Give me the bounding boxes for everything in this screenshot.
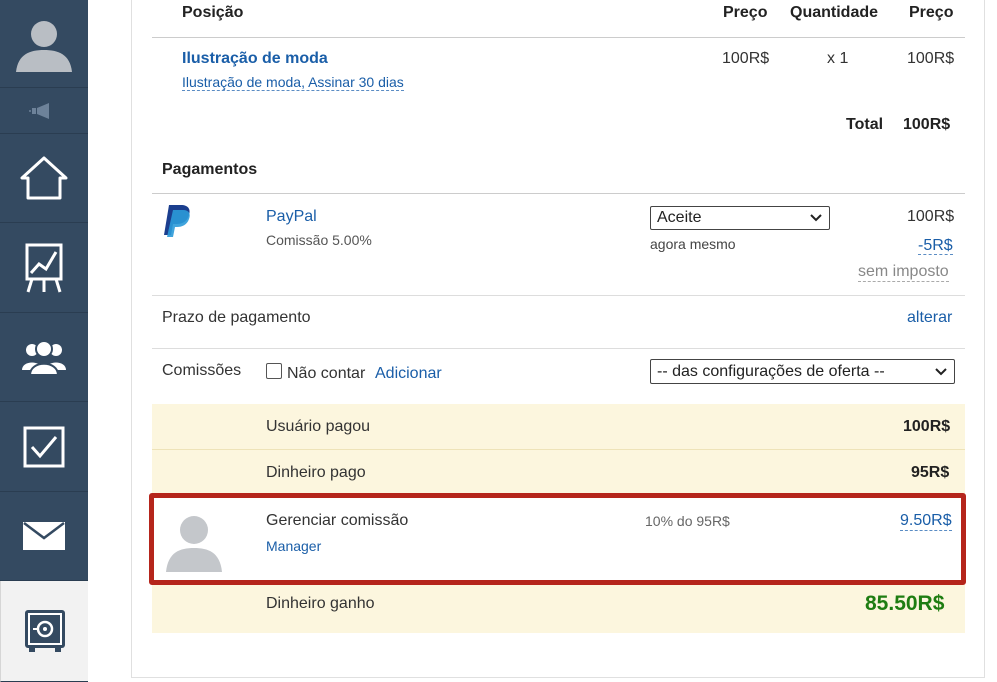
payment-status-time: agora mesmo [650, 236, 736, 252]
payment-method-link[interactable]: PayPal [266, 208, 317, 226]
payment-status-value: Aceite [657, 209, 702, 226]
commission-title: Gerenciar comissão [266, 512, 409, 529]
sidebar [0, 0, 88, 682]
payment-fee-link[interactable]: -5R$ [918, 237, 953, 255]
order-item-subtitle-link[interactable]: Ilustração de moda, Assinar 30 dias [182, 74, 404, 91]
column-header-price: Preço [723, 4, 768, 21]
tax-note-link[interactable]: sem imposto [858, 263, 949, 282]
payment-commission: Comissão 5.00% [266, 232, 372, 248]
payments-title: Pagamentos [162, 161, 258, 178]
sidebar-item-finance[interactable] [0, 581, 88, 682]
divider [152, 37, 965, 38]
sidebar-item-reports[interactable] [0, 223, 88, 313]
commissions-label: Comissões [162, 362, 242, 379]
order-item-quantity: x 1 [827, 50, 849, 67]
user-paid-value: 100R$ [903, 418, 951, 435]
money-paid-value: 95R$ [911, 464, 950, 481]
commission-highlight-box: Gerenciar comissão Manager 10% do 95R$ 9… [149, 493, 966, 585]
safe-icon [24, 610, 65, 652]
commission-config-value: -- das configurações de oferta -- [657, 362, 885, 380]
home-icon [20, 156, 68, 200]
order-item-row: Ilustração de moda [182, 50, 328, 68]
chevron-down-icon [810, 214, 822, 222]
mail-icon [23, 522, 65, 550]
earned-label: Dinheiro ganho [266, 595, 375, 612]
commission-calculation: 10% do 95R$ [645, 513, 730, 529]
user-paid-label: Usuário pagou [266, 418, 371, 435]
sidebar-item-announcements[interactable] [0, 88, 88, 134]
sidebar-item-home[interactable] [0, 134, 88, 223]
order-item-price: 100R$ [722, 50, 770, 67]
commission-manager-link[interactable]: Manager [266, 538, 321, 554]
add-commission-link[interactable]: Adicionar [375, 365, 442, 383]
payment-term-change-link[interactable]: alterar [907, 309, 952, 327]
paypal-logo-icon [164, 205, 190, 237]
order-item-name-link[interactable]: Ilustração de moda [182, 50, 328, 67]
users-group-icon [22, 340, 66, 376]
column-header-quantity: Quantidade [790, 4, 879, 21]
earned-value: 85.50R$ [865, 592, 945, 615]
money-paid-label: Dinheiro pago [266, 464, 366, 481]
checkbox-icon [23, 426, 65, 467]
column-header-price-total: Preço [909, 4, 954, 21]
column-header-position: Posição [182, 4, 244, 21]
megaphone-icon [29, 102, 49, 119]
user-avatar-icon [16, 20, 72, 72]
chevron-down-icon [935, 367, 947, 375]
order-item-total: 100R$ [907, 50, 955, 67]
order-total-value: 100R$ [903, 116, 951, 133]
dont-count-label: Não contar [287, 365, 366, 382]
sidebar-item-tasks[interactable] [0, 402, 88, 492]
dont-count-checkbox[interactable] [266, 363, 282, 379]
divider [152, 295, 965, 296]
sidebar-item-users[interactable] [0, 313, 88, 402]
payment-amount: 100R$ [907, 208, 955, 225]
order-total-label: Total [846, 116, 884, 133]
commission-value-link[interactable]: 9.50R$ [900, 512, 952, 531]
divider [152, 348, 965, 349]
commission-config-select[interactable]: -- das configurações de oferta -- [650, 359, 955, 384]
sidebar-item-profile[interactable] [0, 0, 88, 88]
manager-avatar-icon [166, 516, 222, 572]
payment-term-label: Prazo de pagamento [162, 309, 311, 326]
sidebar-item-mail[interactable] [0, 492, 88, 581]
payment-status-select[interactable]: Aceite [650, 206, 830, 230]
divider [152, 193, 965, 194]
chart-board-icon [25, 243, 63, 292]
